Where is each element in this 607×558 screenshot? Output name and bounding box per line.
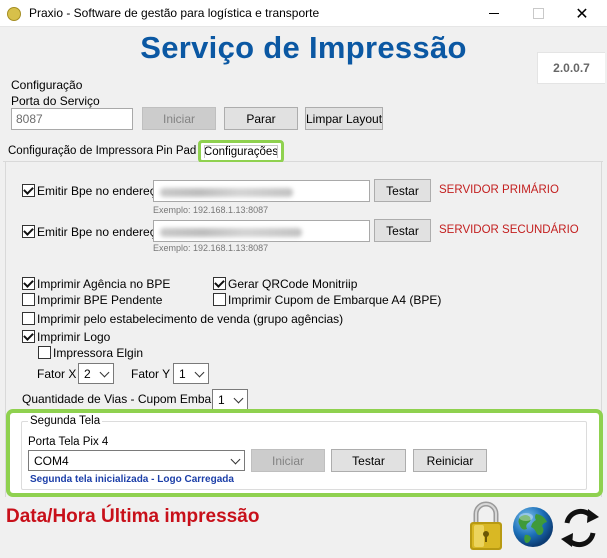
elgin-printer-label: Impressora Elgin xyxy=(53,346,144,360)
minimize-button[interactable] xyxy=(472,0,516,27)
print-coupon-checkbox[interactable] xyxy=(213,293,226,306)
stop-service-button[interactable]: Parar xyxy=(224,107,298,130)
second-screen-title: Segunda Tela xyxy=(28,415,103,427)
lock-icon[interactable] xyxy=(468,500,504,552)
print-logo-label: Imprimir Logo xyxy=(37,330,111,344)
generate-qrcode-checkbox[interactable] xyxy=(213,277,226,290)
close-icon: ✕ xyxy=(575,5,589,23)
praxio-app-icon xyxy=(7,7,21,21)
print-establishment-label: Imprimir pelo estabelecimento de venda (… xyxy=(37,312,344,326)
secondary-server-label: SERVIDOR SECUNDÁRIO xyxy=(439,224,579,236)
emit-bpe-primary-label: Emitir Bpe no endereço: xyxy=(37,184,166,198)
print-agency-label: Imprimir Agência no BPE xyxy=(37,277,171,291)
factor-y-value: 1 xyxy=(179,366,186,381)
chevron-down-icon xyxy=(99,367,110,378)
pix-port-select[interactable]: COM4 xyxy=(28,450,245,471)
elgin-printer-checkbox[interactable] xyxy=(38,346,51,359)
factor-x-value: 2 xyxy=(84,366,91,381)
emit-bpe-secondary-checkbox[interactable] xyxy=(22,225,35,238)
clear-layout-button[interactable]: Limpar Layout xyxy=(305,107,383,130)
emit-bpe-primary-checkbox[interactable] xyxy=(22,184,35,197)
secondary-address-example: Exemplo: 192.168.1.13:8087 xyxy=(153,243,269,253)
test-secondary-button[interactable]: Testar xyxy=(374,219,431,242)
print-pending-checkbox[interactable] xyxy=(22,293,35,306)
globe-icon[interactable] xyxy=(511,505,555,549)
print-logo-checkbox[interactable] xyxy=(22,330,35,343)
last-print-label: Data/Hora Última impressão xyxy=(6,506,260,527)
tab-settings[interactable]: Configurações xyxy=(198,140,284,163)
window-title: Praxio - Software de gestão para logísti… xyxy=(29,6,320,20)
port-input[interactable]: 8087 xyxy=(11,108,133,130)
start-service-button[interactable]: Iniciar xyxy=(142,107,216,130)
print-coupon-label: Imprimir Cupom de Embarque A4 (BPE) xyxy=(228,293,442,307)
copies-label: Quantidade de Vias - Cupom Embarque xyxy=(22,392,236,406)
page-title: Serviço de Impressão xyxy=(140,30,467,65)
tab-pin-pad[interactable]: Pin Pad xyxy=(152,141,200,161)
primary-server-label: SERVIDOR PRIMÁRIO xyxy=(439,184,559,196)
tab-printer-config[interactable]: Configuração de Impressora xyxy=(4,141,157,161)
factor-x-label: Fator X xyxy=(37,367,77,381)
pix-port-value: COM4 xyxy=(34,453,69,468)
primary-address-example: Exemplo: 192.168.1.13:8087 xyxy=(153,205,269,215)
close-button[interactable]: ✕ xyxy=(560,0,604,27)
print-establishment-checkbox[interactable] xyxy=(22,312,35,325)
emit-bpe-secondary-label: Emitir Bpe no endereço: xyxy=(37,225,166,239)
sync-icon[interactable] xyxy=(557,503,603,553)
factor-y-select[interactable]: 1 xyxy=(173,363,209,384)
copies-value: 1 xyxy=(218,392,225,407)
chevron-down-icon xyxy=(194,367,205,378)
print-agency-checkbox[interactable] xyxy=(22,277,35,290)
factor-x-select[interactable]: 2 xyxy=(78,363,114,384)
test-primary-button[interactable]: Testar xyxy=(374,179,431,202)
port-label: Porta do Serviço xyxy=(11,94,100,108)
copies-select[interactable]: 1 xyxy=(212,389,248,410)
version-badge: 2.0.0.7 xyxy=(537,52,605,84)
generate-qrcode-label: Gerar QRCode Monitriip xyxy=(228,277,358,291)
config-section-label: Configuração xyxy=(11,78,83,92)
chevron-down-icon xyxy=(233,393,244,404)
second-screen-status: Segunda tela inicializada - Logo Carrega… xyxy=(30,474,234,485)
test-second-screen-button[interactable]: Testar xyxy=(331,449,406,472)
factor-y-label: Fator Y xyxy=(131,367,171,381)
restart-second-screen-button[interactable]: Reiniciar xyxy=(413,449,487,472)
print-pending-label: Imprimir BPE Pendente xyxy=(37,293,163,307)
pix-port-label: Porta Tela Pix 4 xyxy=(28,436,109,448)
secondary-address-input[interactable] xyxy=(153,220,370,242)
chevron-down-icon xyxy=(230,454,241,465)
start-second-screen-button[interactable]: Iniciar xyxy=(251,449,325,472)
maximize-button[interactable] xyxy=(516,0,560,27)
primary-address-input[interactable] xyxy=(153,180,370,202)
